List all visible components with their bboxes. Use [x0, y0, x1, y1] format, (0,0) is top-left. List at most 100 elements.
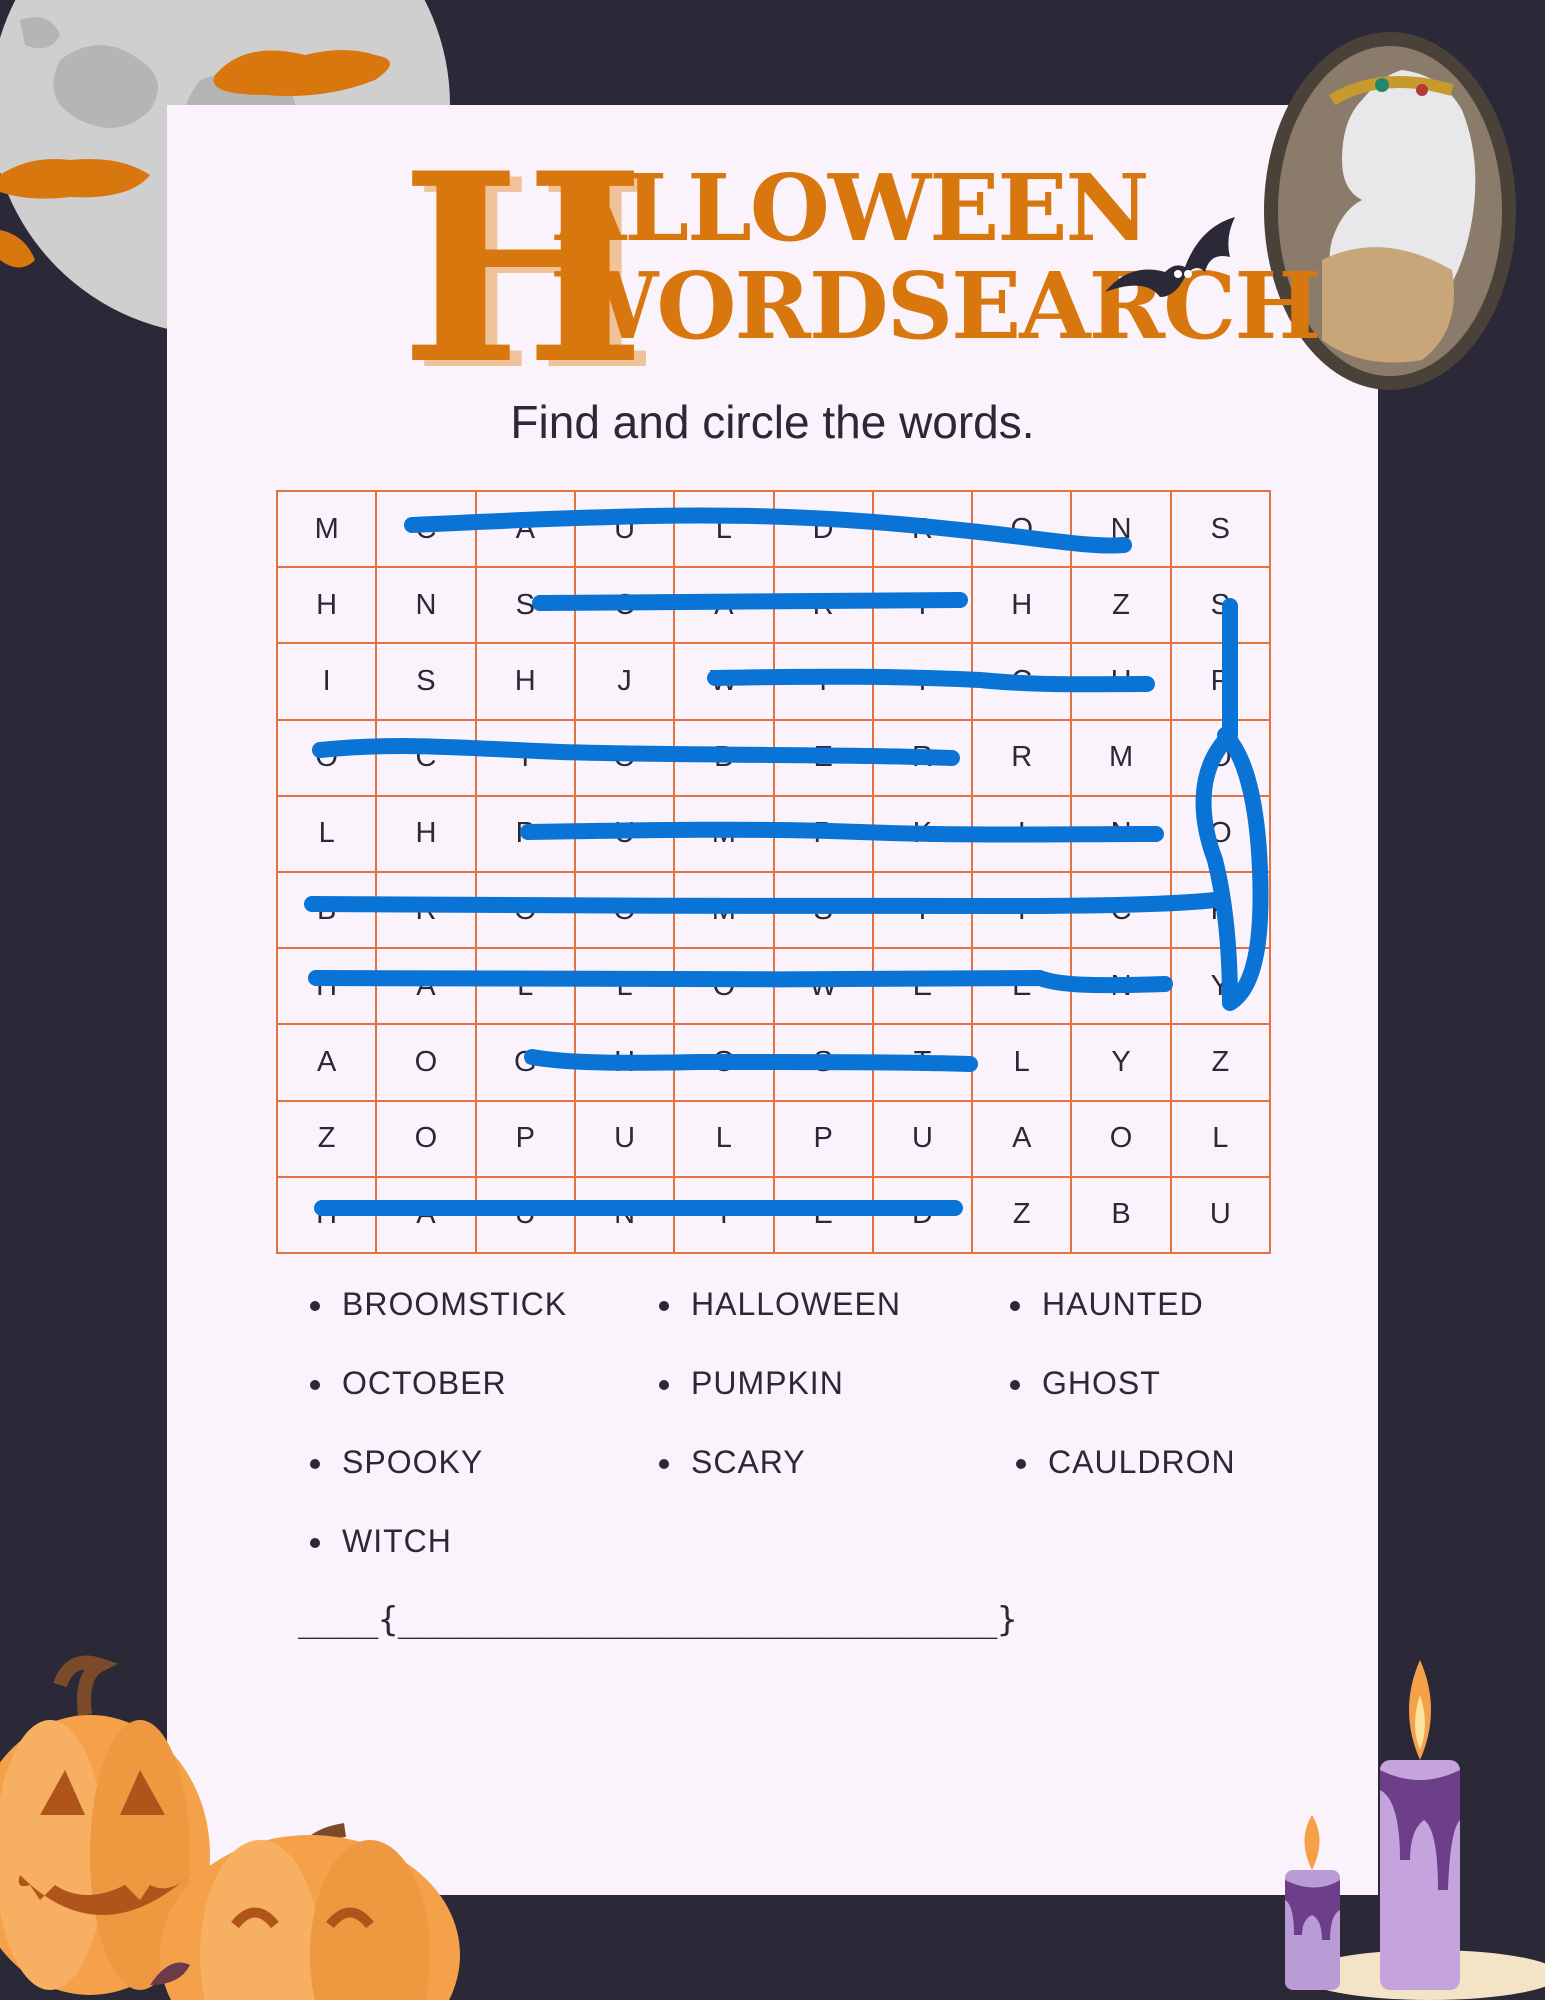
grid-cell: C: [973, 644, 1073, 721]
grid-cell: I: [973, 796, 1073, 873]
grid-cell: U: [476, 1177, 576, 1254]
grid-cell: M: [1072, 720, 1172, 797]
grid-cell: L: [675, 1101, 775, 1178]
grid-cell: L: [476, 949, 576, 1026]
grid-cell: B: [675, 720, 775, 797]
grid-cell: S: [774, 872, 874, 950]
word-list-item: WITCH: [310, 1523, 452, 1559]
grid-cell: P: [1171, 644, 1271, 721]
grid-cell: K: [873, 796, 974, 873]
grid-cell: J: [575, 644, 676, 721]
grid-cell: C: [1072, 872, 1172, 950]
grid-cell: O: [1171, 796, 1271, 873]
grid-cell: P: [774, 1101, 874, 1178]
grid-cell: O: [377, 1101, 477, 1178]
grid-cell: O: [973, 492, 1073, 569]
grid-cell: C: [377, 492, 477, 569]
grid-cell: T: [873, 872, 974, 950]
grid-cell: R: [774, 568, 874, 645]
grid-cell: A: [476, 492, 576, 569]
grid-cell: L: [973, 1025, 1073, 1102]
grid-cell: U: [873, 1101, 974, 1178]
grid-cell: M: [675, 872, 775, 950]
grid-cell: S: [774, 1025, 874, 1102]
grid-cell: P: [476, 1101, 576, 1178]
grid-cell: B: [278, 872, 378, 950]
grid-cell: H: [278, 1177, 378, 1254]
word-list-item: SPOOKY: [309, 1444, 484, 1480]
word-list-item: GHOST: [1010, 1365, 1161, 1401]
grid-cell: T: [675, 1177, 775, 1254]
grid-cell: R: [377, 872, 477, 950]
grid-cell: U: [1171, 1177, 1271, 1254]
grid-cell: N: [377, 568, 477, 645]
grid-cell: L: [575, 949, 676, 1026]
grid-cell: N: [1072, 796, 1172, 873]
grid-cell: I: [973, 872, 1073, 950]
word-list-item: CAULDRON: [1016, 1444, 1236, 1480]
grid-cell: Z: [1171, 1025, 1271, 1102]
grid-cell: O: [1072, 1101, 1172, 1178]
grid-cell: G: [476, 1025, 576, 1102]
grid-cell: H: [278, 568, 378, 645]
grid-cell: U: [575, 492, 676, 569]
grid-cell: C: [575, 568, 676, 645]
grid-cell: H: [377, 796, 477, 873]
grid-cell: K: [1171, 872, 1271, 950]
grid-cell: O: [675, 1025, 775, 1102]
grid-cell: O: [675, 949, 775, 1026]
grid-cell: Y: [1072, 1025, 1172, 1102]
word-list-item: HAUNTED: [1010, 1286, 1204, 1322]
instructions-text: Find and circle the words.: [510, 396, 1035, 448]
grid-cell: H: [973, 568, 1073, 645]
grid-cell: S: [1171, 492, 1271, 569]
grid-cell: S: [377, 644, 477, 721]
grid-cell: S: [1171, 568, 1271, 645]
grid-cell: I: [278, 644, 378, 721]
grid-cell: L: [278, 796, 378, 873]
grid-cell: D: [873, 1177, 974, 1254]
bat-icon: [1105, 217, 1235, 297]
grid-cell: O: [278, 720, 378, 797]
word-list-item: SCARY: [659, 1444, 806, 1480]
grid-cell: L: [1171, 1101, 1271, 1178]
grid-cell: Z: [1072, 568, 1172, 645]
word-list-item: HALLOWEEN: [659, 1286, 901, 1322]
grid-cell: S: [476, 568, 576, 645]
grid-cell: H: [575, 1025, 676, 1102]
grid-cell: T: [873, 1025, 974, 1102]
grid-cell: H: [1072, 644, 1172, 721]
grid-cell: O: [1171, 720, 1271, 797]
grid-cell: O: [377, 1025, 477, 1102]
word-list-item: PUMPKIN: [659, 1365, 844, 1401]
grid-cell: N: [1072, 949, 1172, 1026]
answer-blank-line: ____{______________________________}: [298, 1600, 1017, 1640]
grid-cell: P: [774, 796, 874, 873]
grid-cell: Y: [1171, 949, 1271, 1026]
grid-cell: N: [575, 1177, 676, 1254]
grid-cell: W: [675, 644, 775, 721]
pumpkin-illustration: [0, 1655, 460, 2000]
grid-cell: A: [377, 1177, 477, 1254]
word-list-item: BROOMSTICK: [309, 1286, 568, 1322]
grid-cell: U: [575, 796, 676, 873]
title: H ALLOWEEN WORDSEARCH: [400, 140, 1321, 400]
grid-cell: E: [774, 1177, 874, 1254]
grid-cell: N: [1072, 492, 1172, 569]
grid-cell: E: [973, 949, 1073, 1026]
grid-cell: H: [476, 644, 576, 721]
grid-cell: Y: [873, 568, 974, 645]
grid-cell: O: [575, 720, 676, 797]
grid-cell: H: [278, 949, 378, 1026]
grid-cell: B: [1072, 1177, 1172, 1254]
grid-cell: R: [873, 492, 974, 569]
grid-cell: E: [774, 720, 874, 797]
grid-cell: O: [476, 872, 576, 950]
grid-cell: E: [873, 949, 974, 1026]
candle-illustration: [1285, 1660, 1545, 2000]
grid-cell: U: [575, 1101, 676, 1178]
grid-cell: A: [675, 568, 775, 645]
grid-cell: Z: [973, 1177, 1073, 1254]
grid-cell: M: [278, 492, 378, 569]
grid-cell: T: [476, 720, 576, 797]
